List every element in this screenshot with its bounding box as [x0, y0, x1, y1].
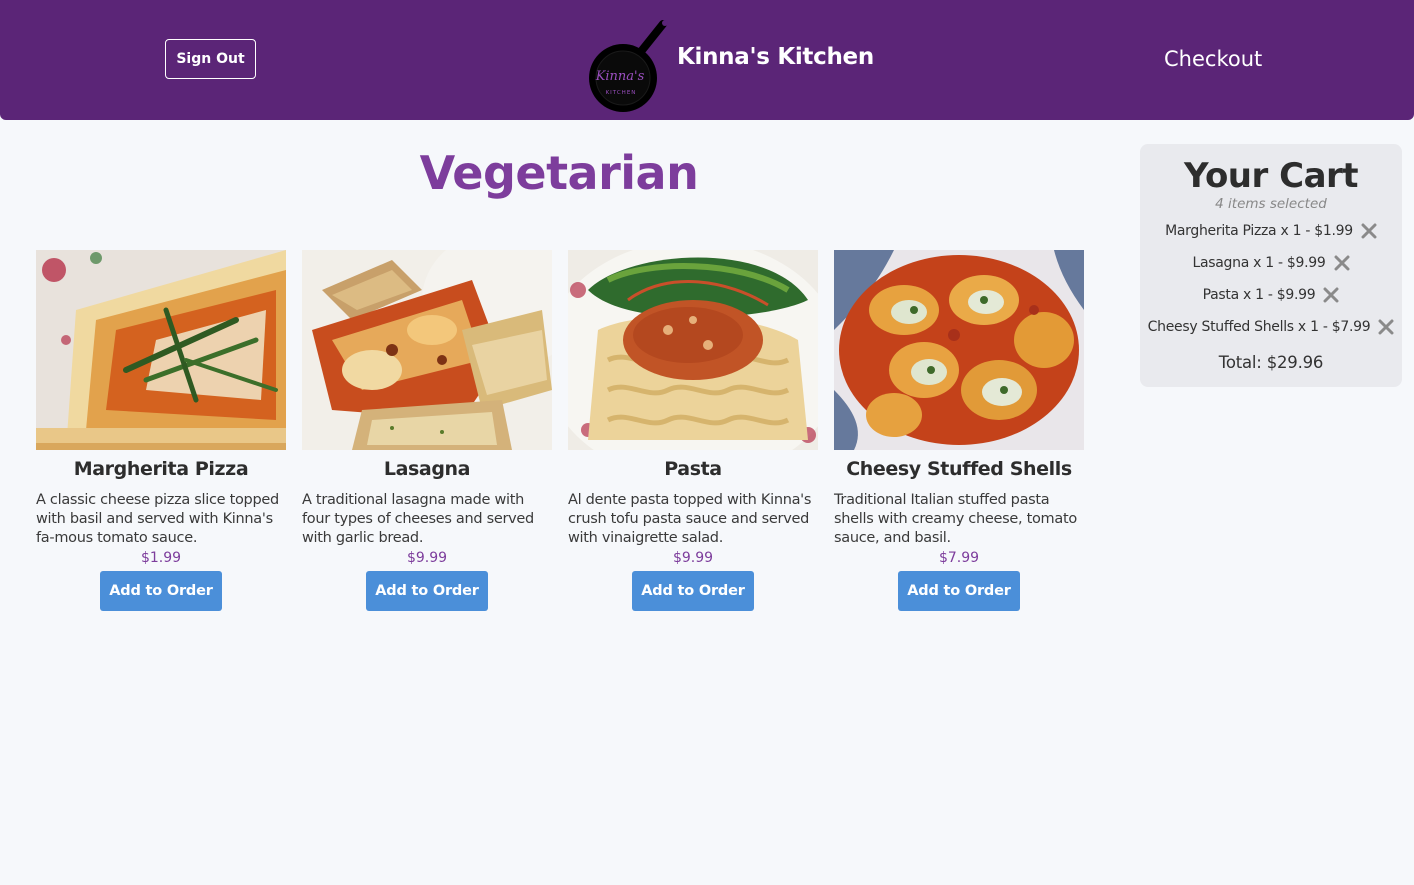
close-icon[interactable]: [1334, 255, 1350, 271]
item-name: Pasta: [664, 458, 722, 480]
cart-item: Lasagna x 1 - $9.99: [1140, 247, 1402, 279]
cart-panel: Your Cart 4 items selected Margherita Pi…: [1140, 144, 1402, 387]
item-description: A classic cheese pizza slice topped with…: [36, 492, 279, 546]
brand-name[interactable]: Kinna's Kitchen: [677, 44, 874, 70]
menu-card: Lasagna A traditional lasagna made with …: [302, 250, 552, 611]
cart-item-count: 4 items selected: [1215, 196, 1327, 212]
cart-item: Margherita Pizza x 1 - $1.99: [1140, 215, 1402, 247]
item-price: $9.99: [672, 550, 714, 566]
close-icon[interactable]: [1378, 319, 1394, 335]
lasagna-image: [302, 250, 552, 450]
add-to-order-button[interactable]: Add to Order: [100, 571, 222, 611]
menu-card: Cheesy Stuffed Shells Traditional Italia…: [834, 250, 1084, 611]
svg-text:Kinna's: Kinna's: [595, 69, 645, 84]
svg-text:KITCHEN: KITCHEN: [606, 90, 637, 96]
cart-item-label: Pasta x 1 - $9.99: [1202, 287, 1316, 303]
cart-item-label: Lasagna x 1 - $9.99: [1192, 255, 1326, 271]
item-price: $1.99: [140, 550, 182, 566]
cart-title: Your Cart: [1183, 156, 1359, 196]
cart-total: Total: $29.96: [1218, 353, 1324, 372]
item-name: Cheesy Stuffed Shells: [846, 458, 1072, 480]
item-description: Traditional Italian stuffed pasta shells…: [834, 492, 1077, 546]
item-price: $7.99: [938, 550, 980, 566]
add-to-order-button[interactable]: Add to Order: [632, 571, 754, 611]
cart-item-label: Margherita Pizza x 1 - $1.99: [1165, 223, 1353, 239]
add-to-order-button[interactable]: Add to Order: [898, 571, 1020, 611]
close-icon[interactable]: [1361, 223, 1377, 239]
add-to-order-button[interactable]: Add to Order: [366, 571, 488, 611]
item-description: A traditional lasagna made with four typ…: [302, 492, 534, 546]
top-nav-bar: Sign Out Kinna's KITCHEN Kinna's Kitchen…: [0, 0, 1414, 120]
item-price: $9.99: [406, 550, 448, 566]
item-description: Al dente pasta topped with Kinna's crush…: [568, 492, 812, 546]
menu-card: Margherita Pizza A classic cheese pizza …: [36, 250, 286, 611]
cart-item: Pasta x 1 - $9.99: [1140, 279, 1402, 311]
checkout-link[interactable]: Checkout: [1164, 47, 1262, 71]
pasta-image: [568, 250, 818, 450]
cart-item: Cheesy Stuffed Shells x 1 - $7.99: [1140, 311, 1402, 343]
category-title: Vegetarian: [419, 146, 699, 200]
stuffed-shells-image: [834, 250, 1084, 450]
kitchen-logo[interactable]: Kinna's KITCHEN: [585, 18, 671, 114]
item-name: Margherita Pizza: [73, 458, 249, 480]
item-name: Lasagna: [383, 458, 471, 480]
menu-card: Pasta Al dente pasta topped with Kinna's…: [568, 250, 818, 611]
cart-item-label: Cheesy Stuffed Shells x 1 - $7.99: [1147, 319, 1371, 335]
close-icon[interactable]: [1323, 287, 1339, 303]
margherita-pizza-image: [36, 250, 286, 450]
sign-out-button[interactable]: Sign Out: [165, 39, 256, 79]
